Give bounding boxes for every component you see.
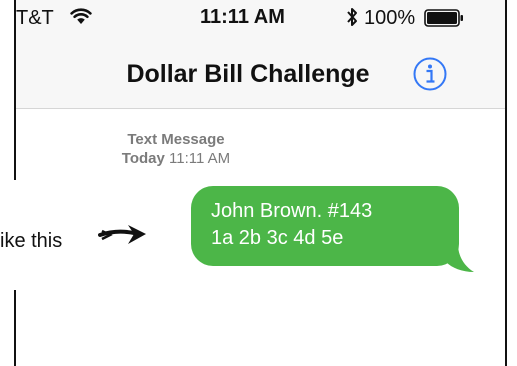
- message-time: 11:11 AM: [169, 150, 231, 167]
- message-line-2: 1a 2b 3c 4d 5e: [211, 227, 344, 249]
- wifi-icon: [70, 8, 92, 24]
- conversation-header: Text Message Today 11:11 AM: [16, 130, 336, 168]
- phone-frame-right: [505, 0, 507, 366]
- phone-frame-left: [14, 0, 16, 180]
- message-bubble[interactable]: John Brown. #143 1a 2b 3c 4d 5e: [191, 186, 459, 266]
- message-line-1: John Brown. #143: [211, 200, 373, 222]
- arrow-right-icon: [98, 225, 146, 244]
- status-bar: T&T 11:11 AM 100%: [16, 0, 505, 40]
- message-type-label: Text Message: [127, 131, 225, 148]
- annotation-text: ike this: [0, 230, 63, 252]
- status-time: 11:11 AM: [200, 6, 285, 28]
- carrier-label: T&T: [16, 7, 54, 29]
- info-icon[interactable]: [412, 56, 448, 92]
- phone-frame-left-lower: [14, 290, 16, 366]
- bluetooth-icon: [347, 8, 357, 26]
- page-title: Dollar Bill Challenge: [126, 60, 370, 88]
- battery-icon: [424, 9, 463, 27]
- phone-screen: T&T 11:11 AM 100% Dollar Bill Challenge: [16, 0, 505, 366]
- battery-percent: 100%: [364, 7, 416, 29]
- bubble-tail: [446, 244, 474, 272]
- navigation-bar: Dollar Bill Challenge: [16, 40, 505, 109]
- message-timestamp: Today 11:11 AM: [16, 149, 336, 168]
- page: T&T 11:11 AM 100% Dollar Bill Challenge: [0, 0, 517, 366]
- message-day: Today: [121, 150, 165, 167]
